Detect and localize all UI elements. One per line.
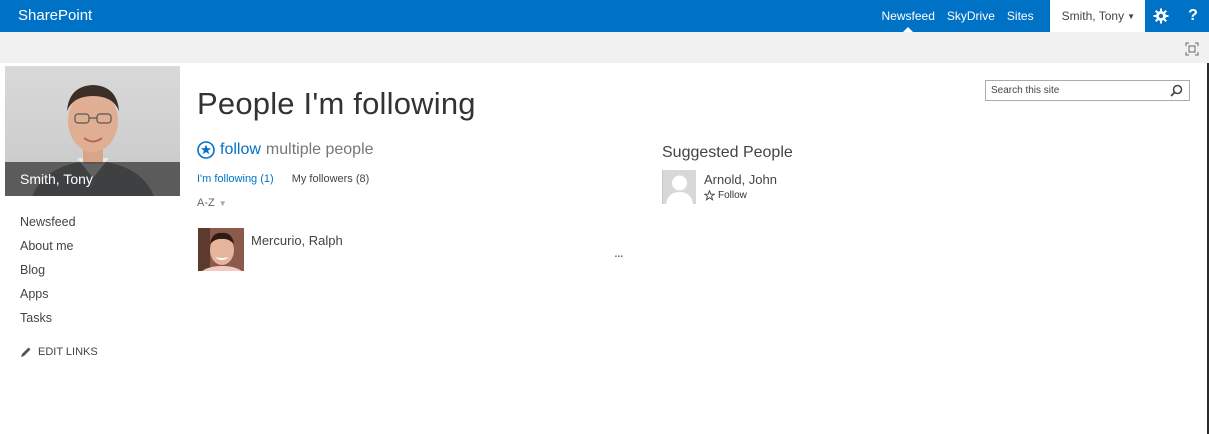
- search-icon[interactable]: [1170, 84, 1183, 97]
- follow-label: Follow: [718, 190, 747, 201]
- suite-bar: SharePoint Newsfeed SkyDrive Sites Smith…: [0, 0, 1209, 32]
- nav-newsfeed[interactable]: Newsfeed: [876, 0, 941, 32]
- leftnav-item-apps[interactable]: Apps: [20, 286, 76, 310]
- follow-star-circle-icon: [197, 141, 215, 159]
- star-outline-icon: [704, 190, 715, 201]
- more-options-button[interactable]: ...: [614, 244, 624, 260]
- avatar[interactable]: [662, 170, 696, 204]
- suggested-person: Arnold, John Follow: [662, 170, 777, 204]
- leftnav-item-tasks[interactable]: Tasks: [20, 310, 76, 334]
- top-nav: Newsfeed SkyDrive Sites Smith, Tony ▼ ?: [876, 0, 1209, 32]
- page-title: People I'm following: [197, 86, 476, 121]
- profile-name: Smith, Tony: [20, 171, 93, 187]
- suggested-people-heading: Suggested People: [662, 144, 793, 161]
- following-tabs: I'm following (1) My followers (8): [197, 173, 387, 185]
- person-name[interactable]: Mercurio, Ralph: [251, 233, 343, 271]
- edit-links-button[interactable]: EDIT LINKS: [20, 346, 98, 358]
- pencil-icon: [21, 347, 31, 357]
- follow-multiple-people-link[interactable]: follow multiple people: [197, 141, 374, 159]
- ribbon-bar: [0, 32, 1209, 63]
- tab-im-following[interactable]: I'm following (1): [197, 173, 274, 185]
- search-input[interactable]: [986, 85, 1166, 96]
- gear-icon[interactable]: [1145, 0, 1177, 32]
- search-box: [985, 80, 1190, 101]
- leftnav-item-newsfeed[interactable]: Newsfeed: [20, 214, 76, 238]
- focus-on-content-icon[interactable]: [1185, 42, 1199, 56]
- follow-multiple-text: multiple people: [265, 141, 374, 158]
- person-photo: [198, 228, 244, 271]
- sort-dropdown[interactable]: A-Z ▼: [197, 197, 227, 209]
- follow-button[interactable]: Follow: [704, 190, 777, 201]
- tab-my-followers[interactable]: My followers (8): [292, 173, 370, 185]
- chevron-down-icon: ▼: [1127, 12, 1135, 21]
- leftnav-item-blog[interactable]: Blog: [20, 262, 76, 286]
- nav-skydrive[interactable]: SkyDrive: [941, 0, 1001, 32]
- user-menu[interactable]: Smith, Tony ▼: [1049, 0, 1145, 32]
- follow-word: follow: [220, 141, 261, 158]
- chevron-down-icon: ▼: [218, 199, 227, 208]
- user-name: Smith, Tony: [1061, 9, 1125, 23]
- sort-label: A-Z: [197, 197, 215, 209]
- suggested-person-name[interactable]: Arnold, John: [704, 172, 777, 187]
- help-icon[interactable]: ?: [1177, 0, 1209, 32]
- left-nav: Newsfeed About me Blog Apps Tasks: [20, 214, 76, 334]
- nav-sites[interactable]: Sites: [1001, 0, 1040, 32]
- profile-photo[interactable]: Smith, Tony: [5, 66, 180, 196]
- placeholder-avatar-icon: [663, 170, 696, 204]
- brand-link[interactable]: SharePoint: [18, 7, 92, 24]
- leftnav-item-about-me[interactable]: About me: [20, 238, 76, 262]
- list-item: Mercurio, Ralph: [198, 228, 343, 271]
- edit-links-label: EDIT LINKS: [38, 346, 98, 358]
- avatar[interactable]: [198, 228, 244, 271]
- suggested-person-info: Arnold, John Follow: [704, 172, 777, 204]
